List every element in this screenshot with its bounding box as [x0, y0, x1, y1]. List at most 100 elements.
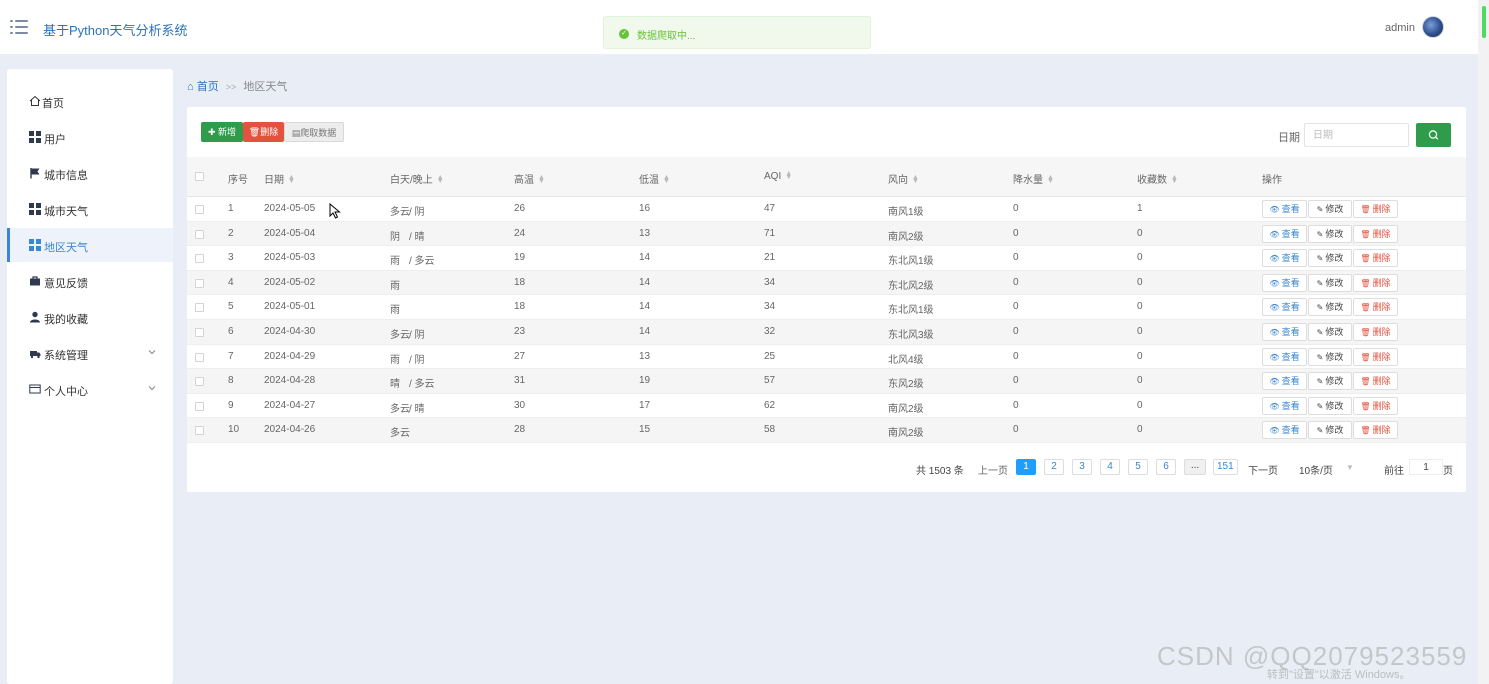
column-header-label: 风向: [888, 175, 908, 186]
column-header-rain[interactable]: 降水量 ▲ ▼: [1013, 171, 1054, 186]
delete-button[interactable]: 🗑删除: [1353, 273, 1398, 292]
scrollbar-thumb[interactable]: [1482, 6, 1486, 38]
row-checkbox[interactable]: [195, 352, 204, 362]
edit-button-label: 修改: [1325, 277, 1344, 288]
sort-icon[interactable]: ▲ ▼: [785, 170, 792, 181]
view-button[interactable]: 👁 查看: [1262, 372, 1307, 391]
cell-wind: 东北风1级: [888, 305, 934, 317]
prev-page-button[interactable]: 上一页: [978, 462, 1008, 477]
page-button-4[interactable]: 4: [1100, 459, 1120, 475]
row-checkbox[interactable]: [195, 377, 204, 387]
sidebar-item-favorites[interactable]: 我的收藏: [7, 300, 173, 334]
edit-button[interactable]: ✎ 修改: [1308, 249, 1352, 268]
row-checkbox[interactable]: [195, 278, 204, 288]
sort-icon[interactable]: ▲ ▼: [912, 174, 919, 185]
avatar[interactable]: [1422, 16, 1444, 38]
goto-page-input[interactable]: [1409, 459, 1443, 475]
page-size-select[interactable]: 10条/页: [1299, 462, 1333, 477]
edit-icon: ✎: [1316, 377, 1324, 387]
home-icon: ⌂: [187, 81, 194, 93]
view-button[interactable]: 👁 查看: [1262, 224, 1307, 243]
page-scrollbar[interactable]: [1478, 0, 1489, 684]
page-button-3[interactable]: 3: [1072, 459, 1092, 475]
column-header-wind[interactable]: 风向 ▲ ▼: [888, 171, 919, 186]
mouse-cursor-icon: [329, 203, 341, 219]
column-header-fav[interactable]: 收藏数 ▲ ▼: [1137, 171, 1178, 186]
add-button[interactable]: ✚ 新增: [201, 122, 243, 142]
sort-icon[interactable]: ▲ ▼: [1047, 174, 1054, 185]
sort-icon[interactable]: ▲ ▼: [663, 174, 670, 185]
edit-button[interactable]: ✎ 修改: [1308, 396, 1352, 415]
view-button[interactable]: 👁 查看: [1262, 298, 1307, 317]
breadcrumb-home[interactable]: ⌂ 首页: [187, 81, 219, 93]
row-checkbox[interactable]: [195, 401, 204, 411]
document-icon: ▤: [291, 128, 301, 138]
edit-button[interactable]: ✎ 修改: [1308, 372, 1352, 391]
view-button[interactable]: 👁 查看: [1262, 396, 1307, 415]
row-checkbox[interactable]: [195, 254, 204, 264]
crawl-data-button[interactable]: ▤爬取数据: [284, 122, 344, 142]
date-filter-label: 日期: [1278, 132, 1300, 144]
delete-button[interactable]: 🗑删除: [1353, 200, 1398, 218]
row-checkbox[interactable]: [195, 328, 204, 337]
row-checkbox[interactable]: [195, 205, 204, 214]
page-button-last[interactable]: 151: [1213, 459, 1238, 475]
edit-button[interactable]: ✎ 修改: [1308, 298, 1352, 317]
page-ellipsis[interactable]: ...: [1184, 459, 1206, 475]
edit-button[interactable]: ✎ 修改: [1308, 347, 1352, 366]
view-button[interactable]: 👁 查看: [1262, 273, 1307, 292]
view-button[interactable]: 👁 查看: [1262, 347, 1307, 366]
column-header-day-night[interactable]: 白天/晚上 ▲ ▼: [390, 171, 444, 186]
column-header-low[interactable]: 低温 ▲ ▼: [639, 171, 670, 186]
column-header-date[interactable]: 日期 ▲ ▼: [264, 171, 295, 186]
date-filter-input[interactable]: [1304, 123, 1409, 147]
delete-button[interactable]: 🗑删除: [1353, 347, 1398, 366]
search-button[interactable]: [1416, 123, 1451, 147]
view-button[interactable]: 👁 查看: [1262, 323, 1307, 341]
column-header-high[interactable]: 高温 ▲ ▼: [514, 171, 545, 186]
next-page-button[interactable]: 下一页: [1248, 462, 1278, 477]
edit-button[interactable]: ✎ 修改: [1308, 273, 1352, 292]
delete-button[interactable]: 🗑删除: [1353, 396, 1398, 415]
delete-button[interactable]: 🗑删除: [1353, 224, 1398, 243]
delete-button[interactable]: 🗑删除: [1353, 298, 1398, 317]
select-all-checkbox[interactable]: [195, 172, 204, 181]
edit-button[interactable]: ✎ 修改: [1308, 323, 1352, 341]
page-button-1[interactable]: 1: [1016, 459, 1036, 475]
column-header-label: 高温: [514, 175, 534, 186]
chevron-down-icon[interactable]: ▼: [1346, 463, 1354, 472]
sidebar-item-city-info[interactable]: 城市信息: [7, 156, 173, 190]
sort-icon[interactable]: ▲ ▼: [1171, 174, 1178, 185]
sidebar-item-users[interactable]: 用户: [7, 120, 173, 154]
delete-button[interactable]: 🗑删除: [243, 122, 284, 142]
delete-button[interactable]: 🗑删除: [1353, 372, 1398, 391]
view-button[interactable]: 👁 查看: [1262, 200, 1307, 218]
sidebar-item-profile[interactable]: 个人中心: [7, 372, 173, 406]
edit-button[interactable]: ✎ 修改: [1308, 224, 1352, 243]
delete-button-label: 删除: [1372, 302, 1391, 313]
page-button-5[interactable]: 5: [1128, 459, 1148, 475]
sort-icon[interactable]: ▲ ▼: [288, 174, 295, 185]
edit-button[interactable]: ✎ 修改: [1308, 200, 1352, 218]
sort-icon[interactable]: ▲ ▼: [437, 174, 444, 185]
sidebar-item-city-weather[interactable]: 城市天气: [7, 192, 173, 226]
username[interactable]: admin: [1385, 22, 1415, 34]
page-button-2[interactable]: 2: [1044, 459, 1064, 475]
page-button-6[interactable]: 6: [1156, 459, 1176, 475]
column-header-aqi[interactable]: AQI ▲ ▼: [764, 170, 792, 182]
sidebar-item-system[interactable]: 系统管理: [7, 336, 173, 370]
row-checkbox[interactable]: [195, 426, 204, 436]
sidebar-item-region-weather[interactable]: 地区天气: [7, 228, 173, 262]
edit-button[interactable]: ✎ 修改: [1308, 421, 1352, 440]
view-button[interactable]: 👁 查看: [1262, 249, 1307, 268]
sidebar-item-feedback[interactable]: 意见反馈: [7, 264, 173, 298]
sidebar-item-home[interactable]: 首页: [7, 84, 173, 118]
sort-icon[interactable]: ▲ ▼: [538, 174, 545, 185]
delete-button[interactable]: 🗑删除: [1353, 249, 1398, 268]
row-checkbox[interactable]: [195, 303, 204, 313]
menu-toggle-icon[interactable]: [10, 19, 28, 35]
view-button[interactable]: 👁 查看: [1262, 421, 1307, 440]
row-checkbox[interactable]: [195, 229, 204, 239]
delete-button[interactable]: 🗑删除: [1353, 421, 1398, 440]
delete-button[interactable]: 🗑删除: [1353, 323, 1398, 341]
